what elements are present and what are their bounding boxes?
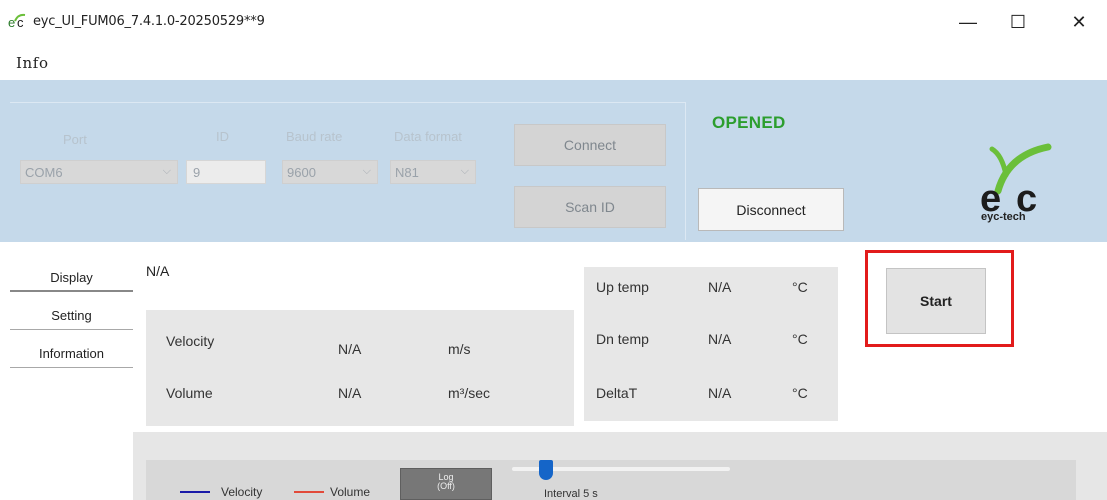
data-format-label: Data format bbox=[394, 129, 462, 144]
interval-slider-thumb[interactable] bbox=[539, 460, 553, 480]
nav-display[interactable]: Display bbox=[10, 262, 133, 292]
highlight-box bbox=[865, 250, 1014, 347]
window-title: eyc_UI_FUM06_7.4.1.0-20250529**9 bbox=[33, 14, 265, 29]
connect-button[interactable]: Connect bbox=[514, 124, 666, 166]
volume-unit: m³/sec bbox=[448, 385, 490, 401]
up-temp-label: Up temp bbox=[596, 279, 649, 295]
disconnect-button[interactable]: Disconnect bbox=[698, 188, 844, 231]
velocity-legend-label: Velocity bbox=[221, 485, 263, 499]
delta-t-unit: °C bbox=[792, 385, 808, 401]
chevron-down-icon: ⌵ bbox=[362, 165, 371, 177]
baud-rate-value: 9600 bbox=[287, 165, 316, 180]
title-bar: e c eyc_UI_FUM06_7.4.1.0-20250529**9 — ☐… bbox=[0, 0, 1107, 44]
minimize-button[interactable]: — bbox=[945, 6, 991, 38]
port-select[interactable]: COM6 ⌵ bbox=[20, 160, 178, 184]
baud-rate-select[interactable]: 9600 ⌵ bbox=[282, 160, 378, 184]
chevron-down-icon: ⌵ bbox=[162, 165, 171, 177]
velocity-unit: m/s bbox=[448, 341, 471, 357]
chart-toolbar bbox=[146, 460, 1076, 500]
scan-id-button[interactable]: Scan ID bbox=[514, 186, 666, 228]
data-format-select[interactable]: N81 ⌵ bbox=[390, 160, 476, 184]
delta-t-label: DeltaT bbox=[596, 385, 638, 401]
up-temp-value: N/A bbox=[708, 279, 732, 295]
dn-temp-unit: °C bbox=[792, 331, 808, 347]
volume-value: N/A bbox=[338, 385, 362, 401]
delta-t-value: N/A bbox=[708, 385, 732, 401]
menu-info[interactable]: Info bbox=[16, 54, 49, 72]
connection-status: OPENED bbox=[712, 113, 786, 132]
volume-label: Volume bbox=[166, 385, 213, 401]
log-toggle-button[interactable]: Log (Off) bbox=[400, 468, 492, 500]
app-logo-icon: e c bbox=[8, 13, 26, 30]
svg-text:e: e bbox=[8, 15, 15, 30]
maximize-button[interactable]: ☐ bbox=[995, 6, 1041, 38]
device-status-text: N/A bbox=[146, 263, 170, 279]
log-state: (Off) bbox=[437, 481, 455, 491]
port-value: COM6 bbox=[25, 165, 63, 180]
port-label: Port bbox=[63, 132, 87, 147]
velocity-label: Velocity bbox=[166, 333, 215, 349]
measurement-panel bbox=[146, 310, 574, 426]
up-temp-unit: °C bbox=[792, 279, 808, 295]
data-format-value: N81 bbox=[395, 165, 419, 180]
volume-legend-line bbox=[294, 491, 324, 493]
interval-label: Interval 5 s bbox=[544, 488, 598, 500]
volume-legend-label: Volume bbox=[330, 485, 371, 499]
velocity-value: N/A bbox=[338, 341, 362, 357]
baud-rate-label: Baud rate bbox=[286, 129, 343, 144]
dn-temp-value: N/A bbox=[708, 331, 732, 347]
id-label: ID bbox=[216, 129, 229, 144]
id-input[interactable]: 9 bbox=[186, 160, 266, 184]
menu-bar: Info bbox=[0, 46, 1107, 76]
close-button[interactable]: ✕ bbox=[1056, 6, 1102, 38]
logo-text: eyc-tech bbox=[981, 211, 1026, 223]
dn-temp-label: Dn temp bbox=[596, 331, 649, 347]
nav-information[interactable]: Information bbox=[10, 338, 133, 368]
velocity-legend-line bbox=[180, 491, 210, 493]
nav-setting[interactable]: Setting bbox=[10, 300, 133, 330]
chevron-down-icon: ⌵ bbox=[460, 165, 469, 177]
